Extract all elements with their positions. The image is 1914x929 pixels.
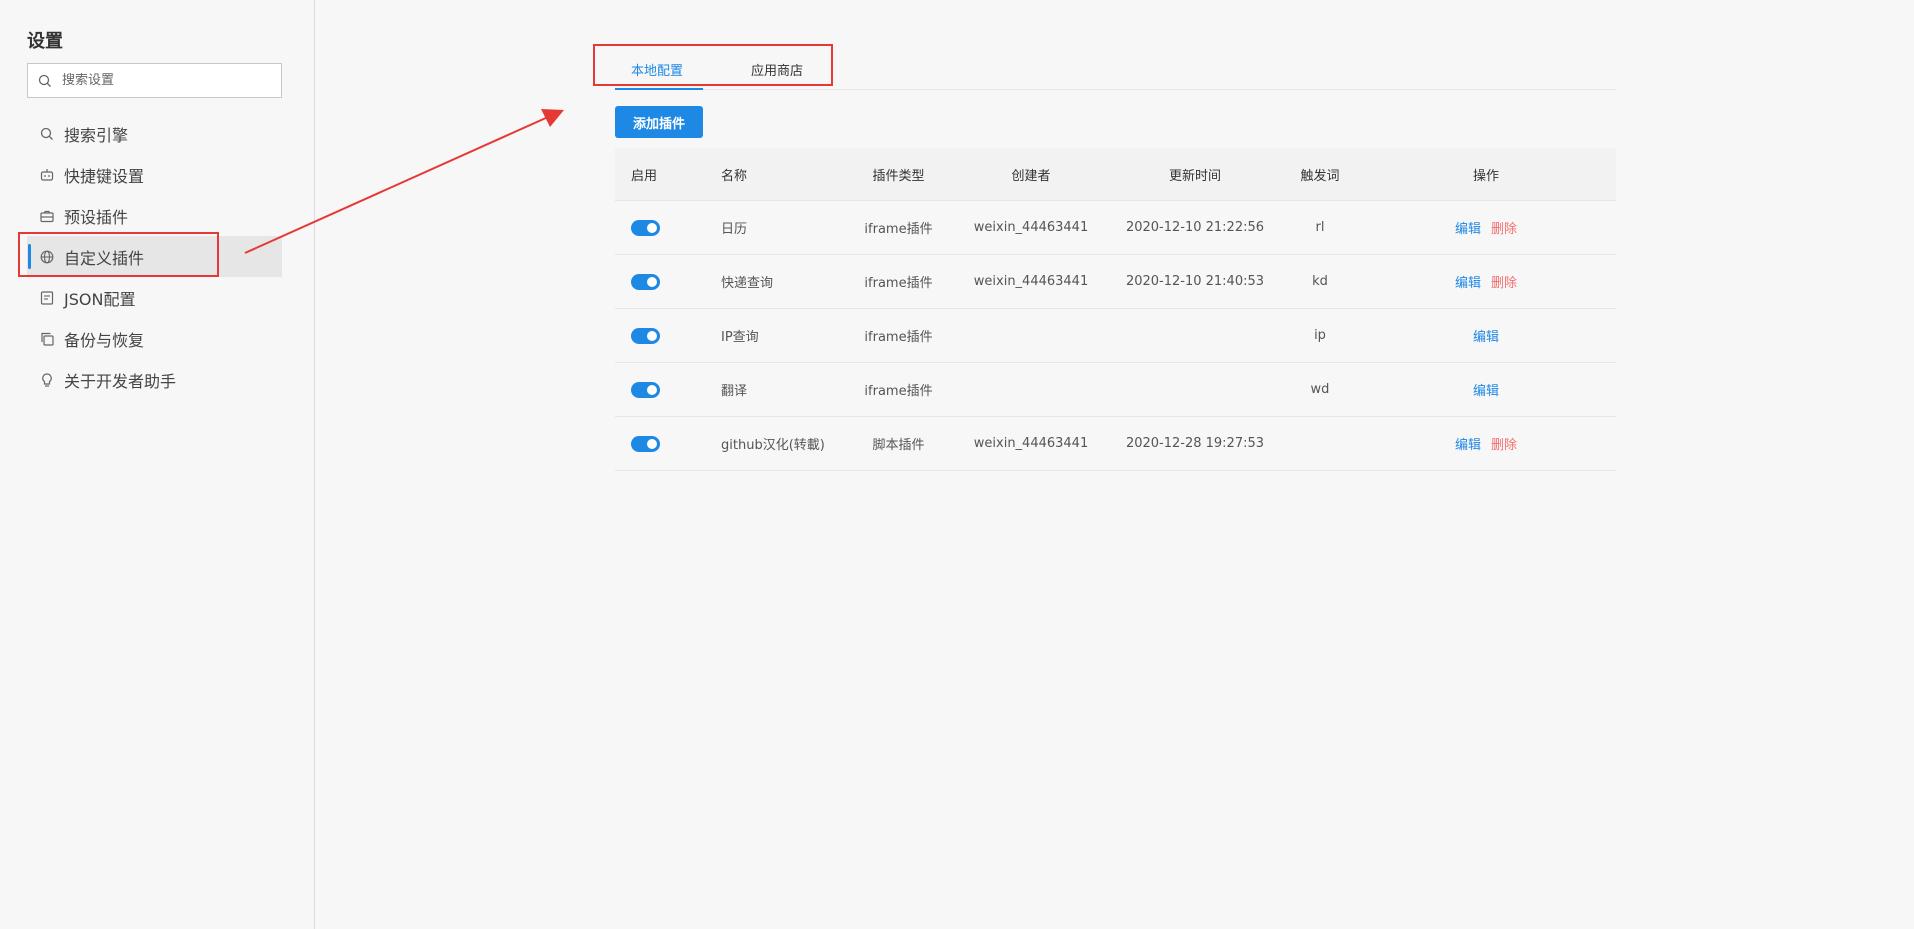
search-box[interactable]	[27, 63, 282, 98]
search-icon	[39, 126, 55, 142]
search-icon	[38, 74, 51, 87]
search-input[interactable]	[62, 73, 262, 88]
active-tab-indicator	[615, 88, 703, 90]
annotation-box-tabs	[593, 44, 833, 86]
table-row: github汉化(转載) 脚本插件 weixin_44463441 2020-1…	[615, 417, 1616, 471]
plugin-type: 脚本插件	[872, 438, 925, 453]
plugin-name: IP查询	[721, 330, 759, 345]
plugin-time: 2020-12-10 21:40:53	[1125, 274, 1265, 289]
column-header-type: 插件类型	[872, 168, 925, 184]
enable-toggle[interactable]	[631, 381, 660, 398]
row-actions: 编辑 删除	[1356, 218, 1616, 237]
row-actions: 编辑	[1356, 326, 1616, 345]
plugin-table: 启用 名称 插件类型 创建者 更新时间 触发词 操作 日历 iframe插件 w…	[615, 148, 1616, 471]
plugin-creator: weixin_44463441	[973, 220, 1089, 235]
sidebar: 设置 搜索引擎 快捷键设置 预设插件	[0, 0, 315, 929]
sidebar-item-label: JSON配置	[64, 289, 136, 309]
lightbulb-icon	[39, 372, 55, 388]
column-header-ops: 操作	[1472, 168, 1499, 184]
robot-icon	[39, 167, 55, 183]
edit-link[interactable]: 编辑	[1473, 330, 1499, 345]
add-plugin-button[interactable]: 添加插件	[615, 106, 703, 138]
sidebar-title: 设置	[27, 31, 63, 52]
delete-link[interactable]: 删除	[1491, 276, 1517, 291]
enable-toggle[interactable]	[631, 219, 660, 236]
column-header-time: 更新时间	[1168, 168, 1221, 184]
enable-toggle[interactable]	[631, 273, 660, 290]
enable-toggle[interactable]	[631, 327, 660, 344]
plugin-trigger: kd	[1312, 274, 1328, 289]
plugin-creator: weixin_44463441	[973, 274, 1089, 289]
document-icon	[39, 290, 55, 306]
table-row: 翻译 iframe插件 wd 编辑	[615, 363, 1616, 417]
sidebar-item-backup-restore[interactable]: 备份与恢复	[27, 318, 282, 359]
sidebar-item-label: 备份与恢复	[64, 330, 145, 350]
plugin-creator: weixin_44463441	[973, 436, 1089, 451]
sidebar-item-label: 快捷键设置	[64, 166, 145, 186]
edit-link[interactable]: 编辑	[1455, 222, 1481, 237]
plugin-type: iframe插件	[864, 330, 933, 345]
plugin-name: 快递查询	[721, 276, 774, 291]
plugin-trigger: rl	[1315, 220, 1325, 235]
sidebar-item-search-engine[interactable]: 搜索引擎	[27, 113, 282, 154]
briefcase-icon	[39, 208, 55, 224]
sidebar-item-shortcuts[interactable]: 快捷键设置	[27, 154, 282, 195]
annotation-box-custom-plugins	[18, 232, 219, 277]
copy-icon	[39, 331, 55, 347]
sidebar-item-label: 搜索引擎	[64, 125, 129, 145]
plugin-name: 日历	[721, 222, 748, 237]
table-row: 日历 iframe插件 weixin_44463441 2020-12-10 2…	[615, 201, 1616, 255]
plugin-name: 翻译	[721, 384, 748, 399]
column-header-trigger: 触发词	[1300, 168, 1340, 184]
plugin-time: 2020-12-10 21:22:56	[1125, 220, 1265, 235]
column-header-creator: 创建者	[1011, 168, 1051, 184]
plugin-type: iframe插件	[864, 276, 933, 291]
row-actions: 编辑	[1356, 380, 1616, 399]
plugin-time: 2020-12-28 19:27:53	[1125, 436, 1265, 451]
table-row: IP查询 iframe插件 ip 编辑	[615, 309, 1616, 363]
table-row: 快递查询 iframe插件 weixin_44463441 2020-12-10…	[615, 255, 1616, 309]
sidebar-item-preset-plugins[interactable]: 预设插件	[27, 195, 282, 236]
table-header: 启用 名称 插件类型 创建者 更新时间 触发词 操作	[615, 148, 1616, 201]
enable-toggle[interactable]	[631, 435, 660, 452]
sidebar-item-json-config[interactable]: JSON配置	[27, 277, 282, 318]
plugin-type: iframe插件	[864, 384, 933, 399]
row-actions: 编辑 删除	[1356, 272, 1616, 291]
edit-link[interactable]: 编辑	[1473, 384, 1499, 399]
plugin-trigger: wd	[1310, 382, 1330, 397]
row-actions: 编辑 删除	[1356, 434, 1616, 453]
delete-link[interactable]: 删除	[1491, 438, 1517, 453]
plugin-trigger: ip	[1314, 328, 1326, 343]
sidebar-item-label: 关于开发者助手	[64, 371, 177, 391]
sidebar-item-about[interactable]: 关于开发者助手	[27, 359, 282, 400]
column-header-enable: 启用	[631, 168, 658, 184]
delete-link[interactable]: 删除	[1491, 222, 1517, 237]
column-header-name: 名称	[721, 168, 748, 184]
plugin-name: github汉化(转載)	[721, 438, 825, 453]
edit-link[interactable]: 编辑	[1455, 276, 1481, 291]
edit-link[interactable]: 编辑	[1455, 438, 1481, 453]
plugin-type: iframe插件	[864, 222, 933, 237]
sidebar-item-label: 预设插件	[64, 207, 129, 227]
